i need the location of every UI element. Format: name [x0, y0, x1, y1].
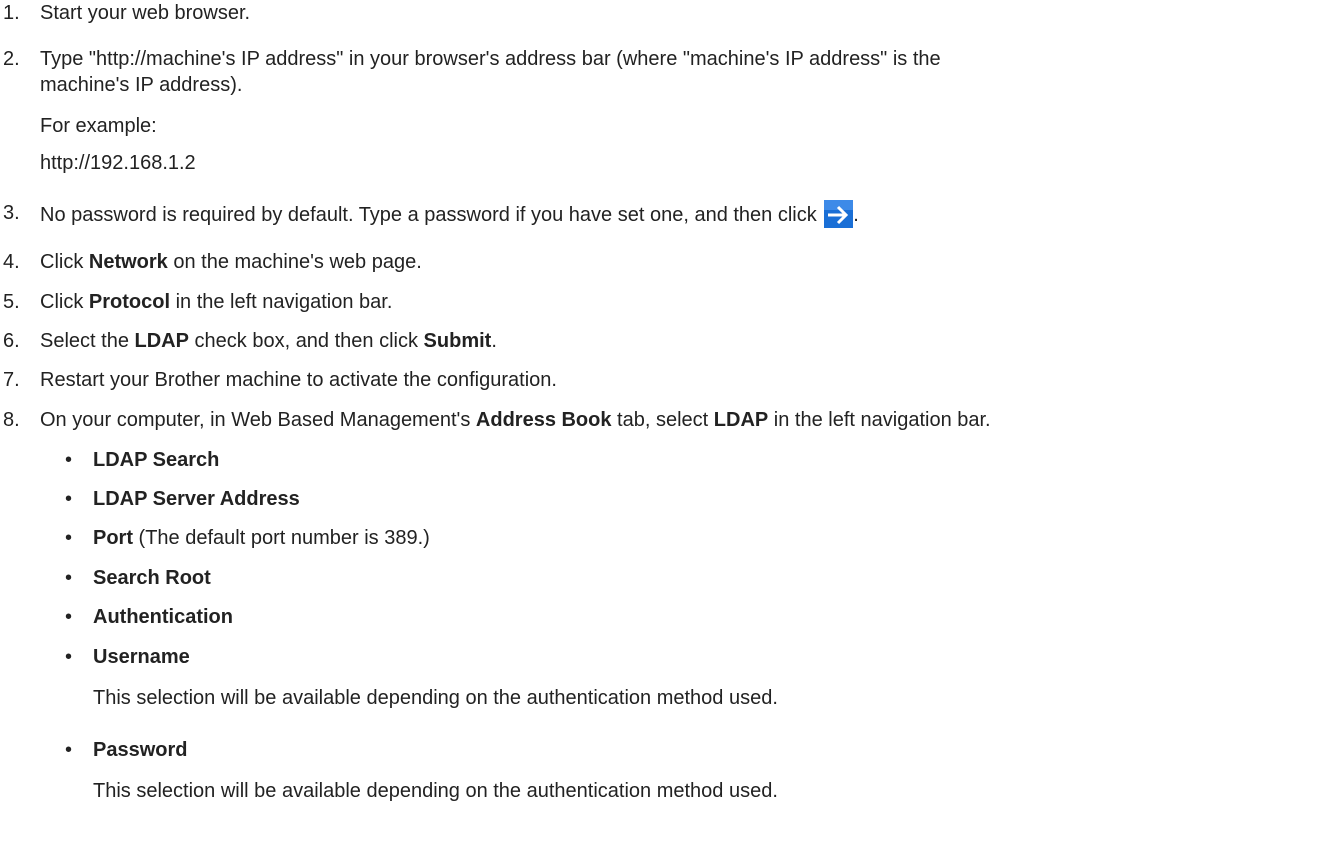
- text: On your computer, in Web Based Managemen…: [40, 409, 476, 431]
- field-name: Password: [93, 739, 188, 761]
- bullet-marker: •: [65, 527, 73, 549]
- field-name: Search Root: [93, 567, 211, 589]
- step-text: Start your web browser.: [40, 2, 251, 24]
- text: in the left navigation bar.: [768, 409, 991, 431]
- step-2-line2: machine's IP address).: [40, 74, 243, 96]
- bullet-marker: •: [65, 567, 73, 589]
- bullet-marker: •: [65, 449, 73, 471]
- arrow-right-icon: [824, 200, 854, 228]
- bullet-note: This selection will be available dependi…: [93, 780, 778, 802]
- step-number: 3.: [3, 202, 20, 224]
- bullet-marker: •: [65, 606, 73, 628]
- text: Click: [40, 291, 89, 313]
- field-name: Username: [93, 646, 190, 668]
- field-name: LDAP Search: [93, 449, 220, 471]
- field-description: (The default port number is 389.): [133, 527, 430, 549]
- text: Select the: [40, 330, 135, 352]
- step-text: Restart your Brother machine to activate…: [40, 369, 557, 391]
- step-number: 4.: [3, 251, 20, 273]
- step-text-line1: Type "http://machine's IP address" in yo…: [40, 48, 941, 70]
- text: tab, select: [611, 409, 714, 431]
- step-number: 6.: [3, 330, 20, 352]
- text: in the left navigation bar.: [170, 291, 393, 313]
- bullet-marker: •: [65, 739, 73, 761]
- step-number: 1.: [3, 2, 20, 24]
- step-text: Click Protocol in the left navigation ba…: [40, 289, 1320, 315]
- ui-term: LDAP: [134, 330, 189, 352]
- ui-term: Network: [88, 251, 168, 273]
- step-number: 5.: [3, 291, 20, 313]
- field-name: Authentication: [93, 606, 233, 628]
- field-name: LDAP Server Address: [93, 488, 300, 510]
- step-text: Click Network on the machine's web page.: [40, 249, 1320, 275]
- step-text: On your computer, in Web Based Managemen…: [40, 407, 1320, 433]
- step-number: 8.: [3, 409, 20, 431]
- example-label: For example:: [40, 115, 157, 137]
- bullet-item: Username: [93, 644, 1323, 670]
- step-text: Select the LDAP check box, and then clic…: [40, 328, 1320, 354]
- text: on the machine's web page.: [167, 251, 422, 273]
- bullet-item: Search Root: [93, 565, 1323, 591]
- bullet-item: LDAP Server Address: [93, 486, 1323, 512]
- step-number: 2.: [3, 48, 20, 70]
- bullet-item: Password: [93, 737, 1323, 763]
- step-text: No password is required by default. Type…: [40, 200, 1320, 228]
- text: Click: [40, 251, 89, 273]
- step-number: 7.: [3, 369, 20, 391]
- ui-term: Submit: [423, 330, 492, 352]
- bullet-item: Port (The default port number is 389.): [93, 525, 1323, 551]
- bullet-marker: •: [65, 646, 73, 668]
- bullet-item: Authentication: [93, 604, 1323, 630]
- text: .: [491, 330, 497, 352]
- bullet-item: LDAP Search: [93, 447, 1323, 473]
- text: check box, and then click: [188, 330, 424, 352]
- step-text-after: .: [853, 204, 859, 226]
- bullet-marker: •: [65, 488, 73, 510]
- bullet-note: This selection will be available dependi…: [93, 687, 778, 709]
- step-text-before: No password is required by default. Type…: [40, 204, 823, 226]
- ui-term: LDAP: [713, 409, 769, 431]
- field-name: Port: [93, 527, 133, 549]
- ui-term: Address Book: [475, 409, 612, 431]
- ui-term: Protocol: [88, 291, 171, 313]
- example-url: http://192.168.1.2: [40, 152, 196, 174]
